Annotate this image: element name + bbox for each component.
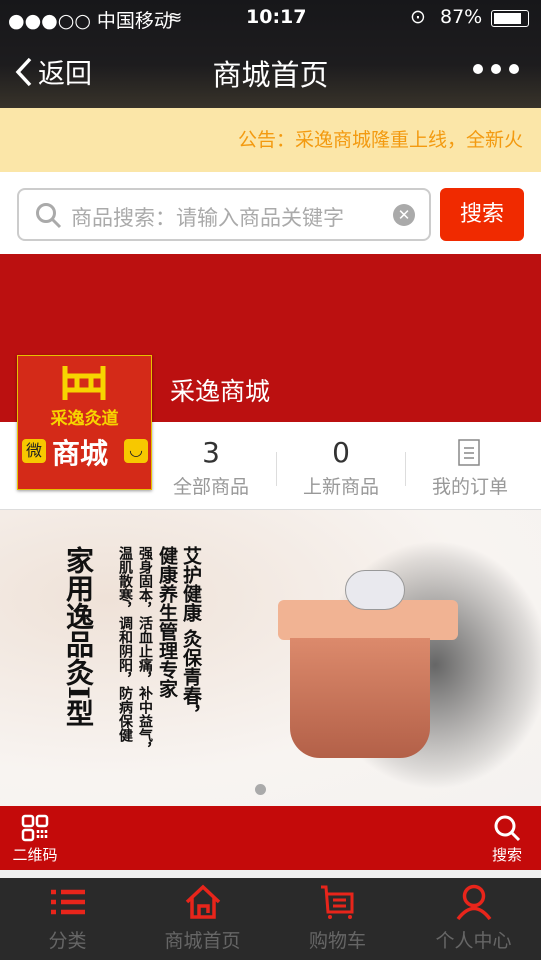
stat-label: 全部商品 (172, 476, 249, 498)
carousel-dot[interactable] (255, 784, 266, 795)
action-bar: 二维码 搜索 (0, 806, 541, 870)
search-icon (36, 203, 62, 229)
tab-label: 个人中心 (435, 930, 512, 952)
stat-all-products[interactable]: 3 全部商品 (146, 422, 276, 510)
tab-label: 购物车 (308, 930, 366, 952)
search-placeholder: 商品搜索：请输入商品关键字 (71, 206, 344, 230)
qr-code-icon (21, 814, 49, 842)
page-title: 商城首页 (212, 58, 329, 92)
tab-home[interactable]: 商城首页 (135, 878, 270, 960)
status-time: 10:17 (246, 6, 307, 28)
shop-name: 采逸商城 (170, 377, 271, 406)
product-cloth (290, 638, 430, 758)
battery-icon (491, 10, 529, 27)
smile-icon: ◡ (124, 439, 148, 463)
tab-profile[interactable]: 个人中心 (406, 878, 541, 960)
clear-icon[interactable]: ✕ (393, 204, 415, 226)
banner-text: 健康养生管理专家 (156, 546, 178, 698)
home-icon (185, 884, 220, 919)
more-menu-icon[interactable] (473, 64, 519, 74)
product-device (345, 570, 405, 610)
top-header: ●●●○○ 中国移动 ≋ 10:17 ⊙ 87% 返回 商城首页 (0, 0, 541, 108)
banner-title: 家用逸品灸I型 (62, 546, 95, 728)
logo-badge: 微 (22, 439, 46, 463)
list-icon (50, 889, 85, 915)
tab-label: 商城首页 (164, 930, 241, 952)
shop-logo: 采逸灸道 微 商城 ◡ (17, 355, 152, 490)
document-icon (405, 436, 535, 470)
qr-code-button[interactable]: 二维码 (8, 814, 62, 865)
search-label: 搜索 (491, 846, 522, 864)
wifi-icon: ≋ (168, 8, 183, 28)
notice-marquee[interactable]: 公告：采逸商城隆重上线，全新火 (0, 108, 541, 172)
banner-text: 强身固本，活血止痛，补中益气， (137, 546, 153, 756)
promo-banner[interactable]: 艾护健康 灸保青春， 健康养生管理专家 强身固本，活血止痛，补中益气， 温肌散寒… (0, 510, 541, 806)
banner-text: 温肌散寒，调和阴阳，防病保健 (117, 546, 133, 742)
logo-text: 采逸灸道 (50, 409, 119, 429)
search-icon (494, 815, 521, 842)
stat-new-products[interactable]: 0 上新商品 (276, 422, 406, 510)
logo-sub: 商城 (52, 437, 109, 470)
tab-bar: 分类 商城首页 购物车 个人中心 (0, 878, 541, 960)
battery-percent: 87% (440, 6, 483, 28)
search-button[interactable]: 搜索 (440, 188, 524, 241)
user-icon (456, 884, 491, 920)
carrier: ●●●○○ 中国移动 (8, 10, 173, 32)
tab-cart[interactable]: 购物车 (270, 878, 405, 960)
cart-icon (320, 885, 353, 919)
tab-category[interactable]: 分类 (0, 878, 135, 960)
stat-label: 我的订单 (431, 476, 508, 498)
rotation-lock-icon: ⊙ (410, 6, 426, 28)
search-input[interactable]: 商品搜索：请输入商品关键字 ✕ (17, 188, 431, 241)
stat-value: 3 (202, 436, 220, 469)
search-area: 商品搜索：请输入商品关键字 ✕ 搜索 (0, 172, 541, 254)
stat-value: 0 (332, 436, 350, 469)
bar-search-button[interactable]: 搜索 (482, 814, 532, 865)
stat-my-orders[interactable]: 我的订单 (405, 422, 535, 510)
tab-label: 分类 (48, 930, 87, 952)
stat-label: 上新商品 (302, 476, 379, 498)
qr-label: 二维码 (12, 846, 58, 864)
banner-text: 艾护健康 灸保青春， (180, 546, 202, 724)
